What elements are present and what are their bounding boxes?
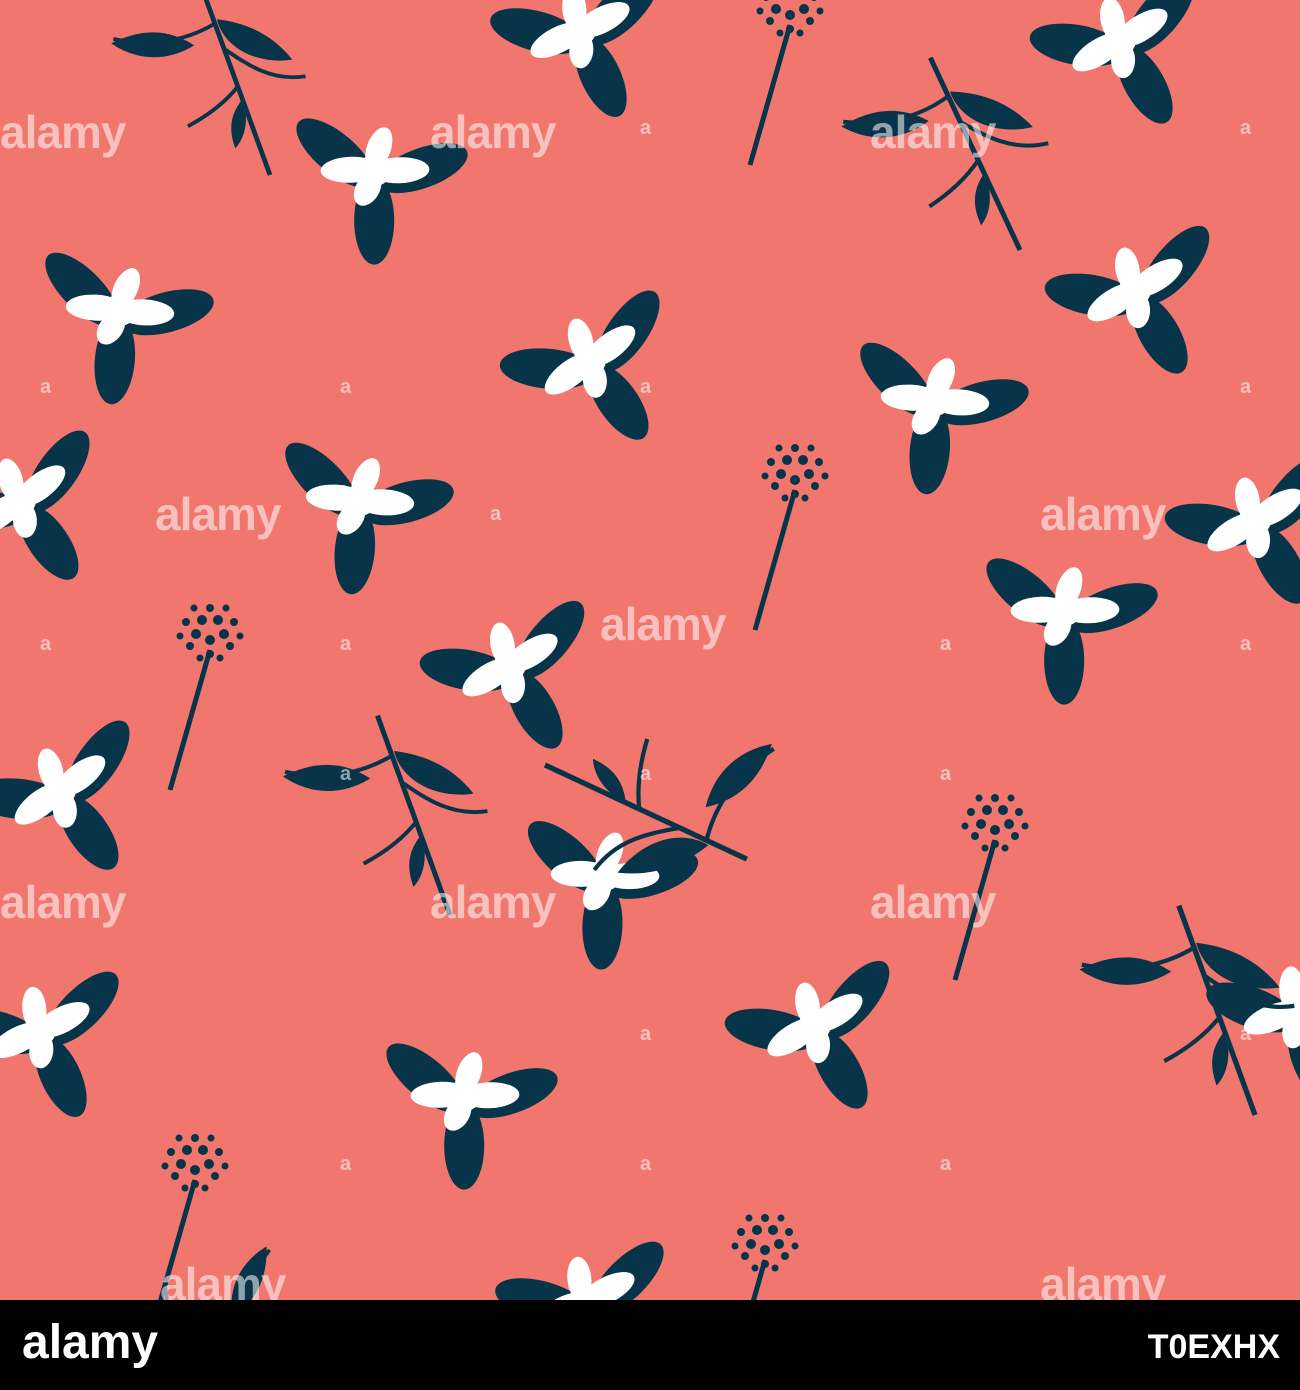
footer-image-id: T0EXHX [1148,1328,1280,1366]
watermark-mark: a [1240,376,1252,398]
watermark-text: alamy [430,106,557,158]
watermark-mark: a [940,1153,952,1175]
watermark-mark: a [40,376,52,398]
watermark-mark: a [490,503,502,525]
watermark-mark: a [340,633,352,655]
watermark-text: alamy [160,1258,287,1300]
footer-logo-text: alamy [22,1316,158,1369]
alamy-logo: alamy [22,1316,158,1369]
watermark-mark: a [340,763,352,785]
watermark-mark: a [940,633,952,655]
watermark-mark: a [40,633,52,655]
watermark-text: alamy [0,876,127,928]
watermark-text: alamy [870,876,997,928]
watermark-text: alamy [0,106,127,158]
watermark-text: alamy [1040,488,1167,540]
watermark-text: alamy [1040,1258,1167,1300]
watermark-mark: a [40,1023,52,1045]
watermark-mark: a [1240,633,1252,655]
watermark-text: alamy [870,106,997,158]
watermark-mark: a [1240,117,1252,139]
pattern-background [0,0,1300,1300]
watermark-mark: a [340,1153,352,1175]
watermark-text: alamy [430,876,557,928]
watermark-mark: a [640,117,652,139]
image-id-label: T0EXHX [1148,1328,1280,1366]
floral-pattern-svg: alamy alamy alamy alamy alamy alamy alam… [0,0,1300,1300]
watermark-text: alamy [600,598,727,650]
watermark-mark: a [640,1023,652,1045]
floral-pattern-artwork: alamy alamy alamy alamy alamy alamy alam… [0,0,1300,1300]
stock-footer-bar: alamy T0EXHX [0,1300,1300,1390]
watermark-mark: a [640,1153,652,1175]
watermark-text: alamy [155,488,282,540]
watermark-mark: a [940,763,952,785]
watermark-mark: a [940,376,952,398]
watermark-mark: a [640,763,652,785]
watermark-mark: a [340,376,352,398]
watermark-mark: a [640,376,652,398]
watermark-mark: a [1240,1023,1252,1045]
